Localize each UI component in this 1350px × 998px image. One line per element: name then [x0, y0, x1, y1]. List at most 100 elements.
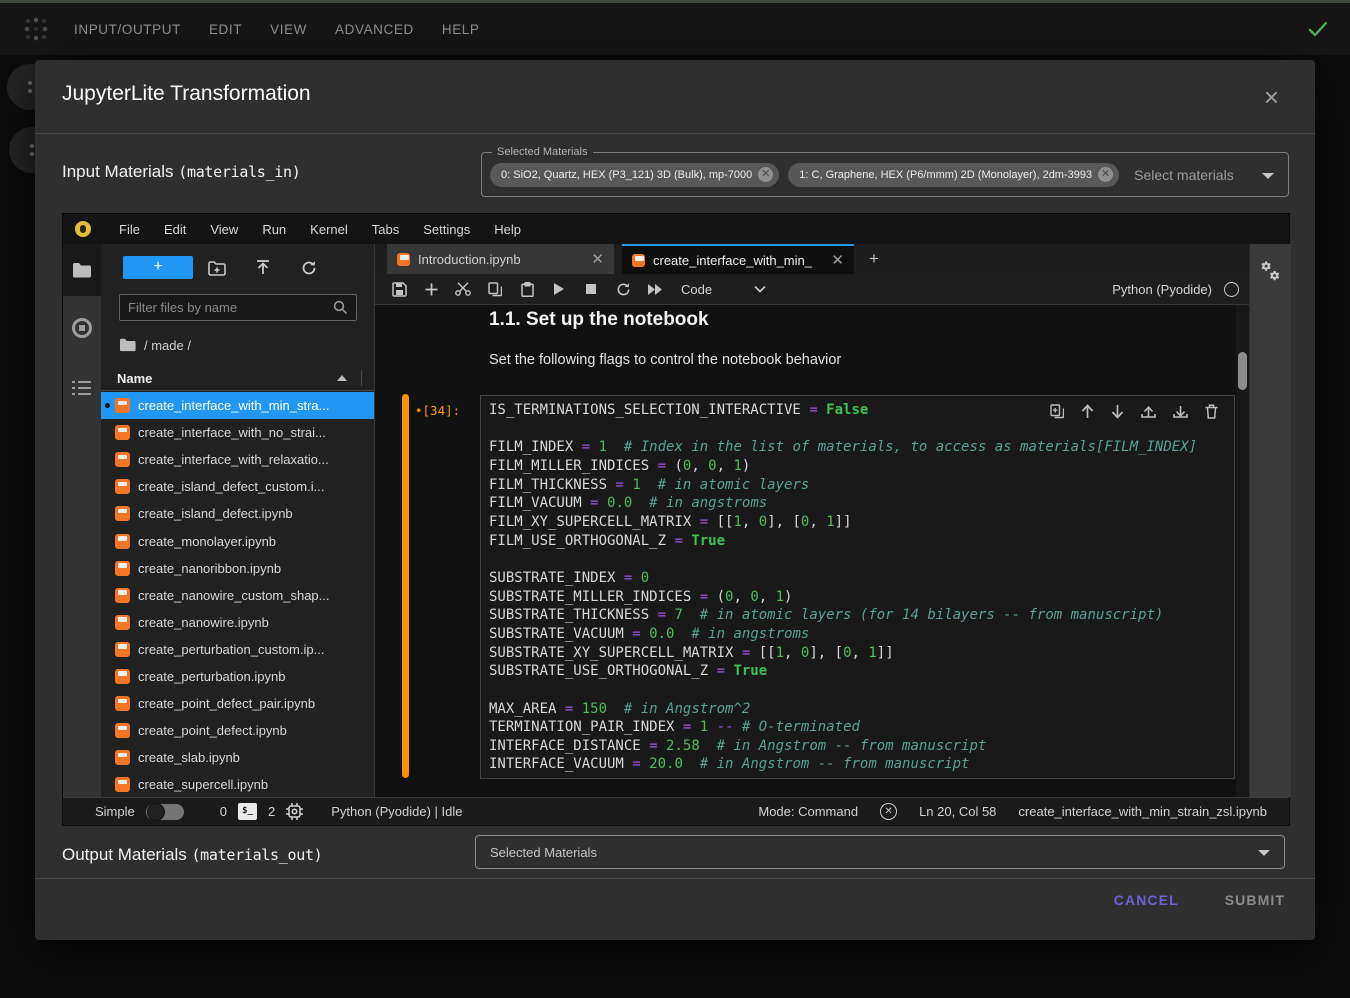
terminals-count[interactable]: 0	[220, 804, 227, 819]
cursor-position[interactable]: Ln 20, Col 58	[919, 804, 996, 819]
code-line: INTERFACE_DISTANCE = 2.58 # in Angstrom …	[489, 737, 1197, 756]
copy-icon[interactable]	[479, 279, 511, 299]
chevron-down-icon[interactable]	[1262, 173, 1274, 179]
refresh-icon[interactable]	[298, 257, 320, 279]
table-of-contents-icon[interactable]	[70, 376, 94, 400]
kernel-name[interactable]: Python (Pyodide)	[1112, 282, 1212, 297]
file-list-item[interactable]: create_point_defect_pair.ipynb	[101, 690, 374, 717]
delete-icon[interactable]	[1205, 404, 1218, 419]
select-materials-placeholder: Select materials	[1134, 167, 1234, 183]
kernel-status-text[interactable]: Python (Pyodide) | Idle	[331, 804, 462, 819]
tab-close-icon[interactable]: ✕	[581, 250, 604, 268]
trust-indicator-icon[interactable]: ✕	[880, 803, 897, 820]
file-list-item[interactable]: create_interface_with_no_strai...	[101, 419, 374, 446]
add-tab-button[interactable]: +	[862, 248, 886, 271]
notebook-file-icon	[115, 452, 130, 467]
simple-mode-toggle[interactable]	[146, 804, 184, 820]
stop-icon[interactable]	[575, 279, 607, 299]
insert-below-icon[interactable]	[1173, 404, 1188, 419]
jupyter-menu-help[interactable]: Help	[482, 222, 533, 237]
run-icon[interactable]	[543, 279, 575, 299]
file-browser-icon[interactable]	[70, 258, 94, 282]
jupyter-menu-kernel[interactable]: Kernel	[298, 222, 360, 237]
move-up-icon[interactable]	[1081, 404, 1094, 419]
code-cell-editor[interactable]: IS_TERMINATIONS_SELECTION_INTERACTIVE = …	[480, 395, 1235, 779]
output-materials-variable: (materials_out)	[191, 846, 322, 864]
property-inspector-gears-icon[interactable]	[1260, 260, 1282, 282]
file-list-item[interactable]: create_interface_with_relaxatio...	[101, 446, 374, 473]
paste-icon[interactable]	[511, 279, 543, 299]
terminal-icon[interactable]: $_	[238, 803, 257, 820]
file-list-item[interactable]: create_point_defect.ipynb	[101, 717, 374, 744]
chevron-down-icon[interactable]	[754, 285, 766, 293]
notebook-file-icon	[115, 534, 130, 549]
notebook-tab[interactable]: create_interface_with_min_✕	[622, 244, 854, 274]
restart-icon[interactable]	[607, 279, 639, 299]
dialog-close-icon[interactable]: ×	[1264, 84, 1279, 110]
breadcrumb-path[interactable]: / made /	[144, 338, 191, 353]
filter-files-input[interactable]: Filter files by name	[119, 294, 357, 321]
chevron-down-icon[interactable]	[1258, 850, 1270, 856]
code-line	[489, 420, 1197, 439]
scrollbar-thumb[interactable]	[1238, 352, 1247, 390]
app-menu-edit[interactable]: EDIT	[209, 22, 242, 37]
app-menu-input-output[interactable]: INPUT/OUTPUT	[74, 22, 181, 37]
app-logo-icon[interactable]	[22, 15, 50, 43]
notebook-tab[interactable]: Introduction.ipynb✕	[387, 244, 614, 274]
app-menu-view[interactable]: VIEW	[270, 22, 307, 37]
command-mode-indicator[interactable]: Mode: Command	[758, 804, 858, 819]
jupyter-menu-tabs[interactable]: Tabs	[360, 222, 411, 237]
file-list-item[interactable]: create_perturbation.ipynb	[101, 663, 374, 690]
markdown-heading: 1.1. Set up the notebook	[489, 309, 709, 331]
tab-bar: Introduction.ipynb✕ create_interface_with…	[375, 244, 1249, 274]
kernel-status-icon[interactable]	[1224, 282, 1239, 297]
cell-collapser[interactable]	[402, 394, 409, 778]
run-all-icon[interactable]	[639, 279, 671, 299]
material-chip[interactable]: 0: SiO2, Quartz, HEX (P3_121) 3D (Bulk),…	[490, 163, 779, 187]
jupyter-menu-run[interactable]: Run	[250, 222, 298, 237]
output-materials-select[interactable]: Selected Materials	[475, 835, 1285, 869]
file-list-header[interactable]: Name	[101, 366, 374, 391]
file-list-item[interactable]: create_island_defect.ipynb	[101, 500, 374, 527]
new-launcher-button[interactable]: +	[123, 256, 193, 279]
name-column-header[interactable]: Name	[117, 371, 337, 386]
jupyter-menu-settings[interactable]: Settings	[411, 222, 482, 237]
insert-above-icon[interactable]	[1141, 404, 1156, 419]
app-menu-help[interactable]: HELP	[442, 22, 480, 37]
file-list-item[interactable]: create_nanowire_custom_shap...	[101, 582, 374, 609]
kernels-count[interactable]: 2	[268, 804, 275, 819]
jupyter-menu-file[interactable]: File	[107, 222, 152, 237]
app-menu-advanced[interactable]: ADVANCED	[335, 22, 414, 37]
jupyter-menu-view[interactable]: View	[198, 222, 250, 237]
cancel-button[interactable]: CANCEL	[1114, 892, 1179, 908]
jupyter-menu-edit[interactable]: Edit	[152, 222, 198, 237]
file-list-item[interactable]: create_nanowire.ipynb	[101, 609, 374, 636]
kernel-chip-icon[interactable]	[286, 803, 303, 820]
selected-materials-field[interactable]: Selected Materials 0: SiO2, Quartz, HEX …	[481, 152, 1289, 197]
file-list-item[interactable]: create_nanoribbon.ipynb	[101, 555, 374, 582]
file-list-item[interactable]: create_island_defect_custom.i...	[101, 473, 374, 500]
move-down-icon[interactable]	[1111, 404, 1124, 419]
cell-type-select[interactable]: Code	[681, 282, 712, 297]
material-chip[interactable]: 1: C, Graphene, HEX (P6/mmm) 2D (Monolay…	[788, 163, 1119, 187]
notebook-file-icon	[115, 615, 130, 630]
submit-button[interactable]: SUBMIT	[1225, 892, 1285, 908]
running-kernels-icon[interactable]	[70, 316, 94, 340]
notebook-scrollbar[interactable]	[1236, 305, 1249, 797]
file-list-item[interactable]: create_slab.ipynb	[101, 744, 374, 771]
file-list-item[interactable]: create_perturbation_custom.ip...	[101, 636, 374, 663]
duplicate-icon[interactable]	[1050, 404, 1064, 419]
chip-delete-icon[interactable]: ✕	[1098, 167, 1113, 182]
save-icon[interactable]	[383, 279, 415, 299]
add-icon[interactable]	[415, 279, 447, 299]
breadcrumb[interactable]: / made /	[119, 336, 191, 354]
chip-delete-icon[interactable]: ✕	[758, 167, 773, 182]
new-folder-icon[interactable]	[206, 257, 228, 279]
file-list-item[interactable]: create_supercell.ipynb	[101, 771, 374, 797]
cut-icon[interactable]	[447, 279, 479, 299]
tab-close-icon[interactable]: ✕	[821, 251, 844, 269]
upload-icon[interactable]	[252, 257, 274, 279]
file-list-item[interactable]: create_monolayer.ipynb	[101, 527, 374, 554]
code-text[interactable]: IS_TERMINATIONS_SELECTION_INTERACTIVE = …	[489, 401, 1197, 774]
file-list-item[interactable]: create_interface_with_min_stra...	[101, 392, 374, 419]
